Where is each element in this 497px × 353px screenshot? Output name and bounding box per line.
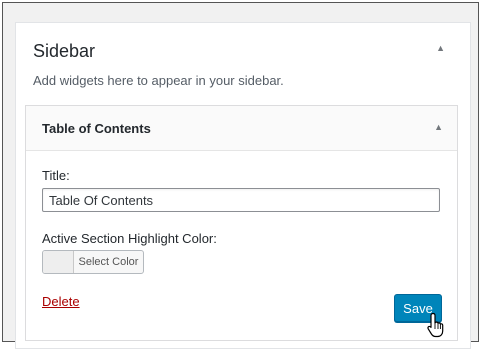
- highlight-color-label: Active Section Highlight Color:: [42, 231, 217, 246]
- hand-pointer-icon: [427, 312, 444, 338]
- color-swatch: [43, 251, 74, 273]
- title-field-label: Title:: [42, 168, 70, 183]
- sidebar-panel: Sidebar ▲ Add widgets here to appear in …: [15, 22, 471, 349]
- table-of-contents-widget: Table of Contents ▲ Title: Active Sectio…: [25, 105, 458, 341]
- title-input[interactable]: [42, 188, 440, 212]
- widget-collapse-arrow-icon[interactable]: ▲: [434, 122, 443, 132]
- widget-header[interactable]: Table of Contents ▲: [26, 106, 457, 151]
- sidebar-collapse-arrow-icon[interactable]: ▲: [436, 43, 445, 53]
- sidebar-description: Add widgets here to appear in your sideb…: [33, 73, 284, 88]
- widget-title: Table of Contents: [42, 121, 151, 136]
- select-color-label: Select Color: [78, 256, 139, 268]
- delete-link[interactable]: Delete: [42, 294, 80, 309]
- sidebar-title: Sidebar: [33, 41, 96, 61]
- color-picker-button[interactable]: Select Color: [42, 250, 144, 274]
